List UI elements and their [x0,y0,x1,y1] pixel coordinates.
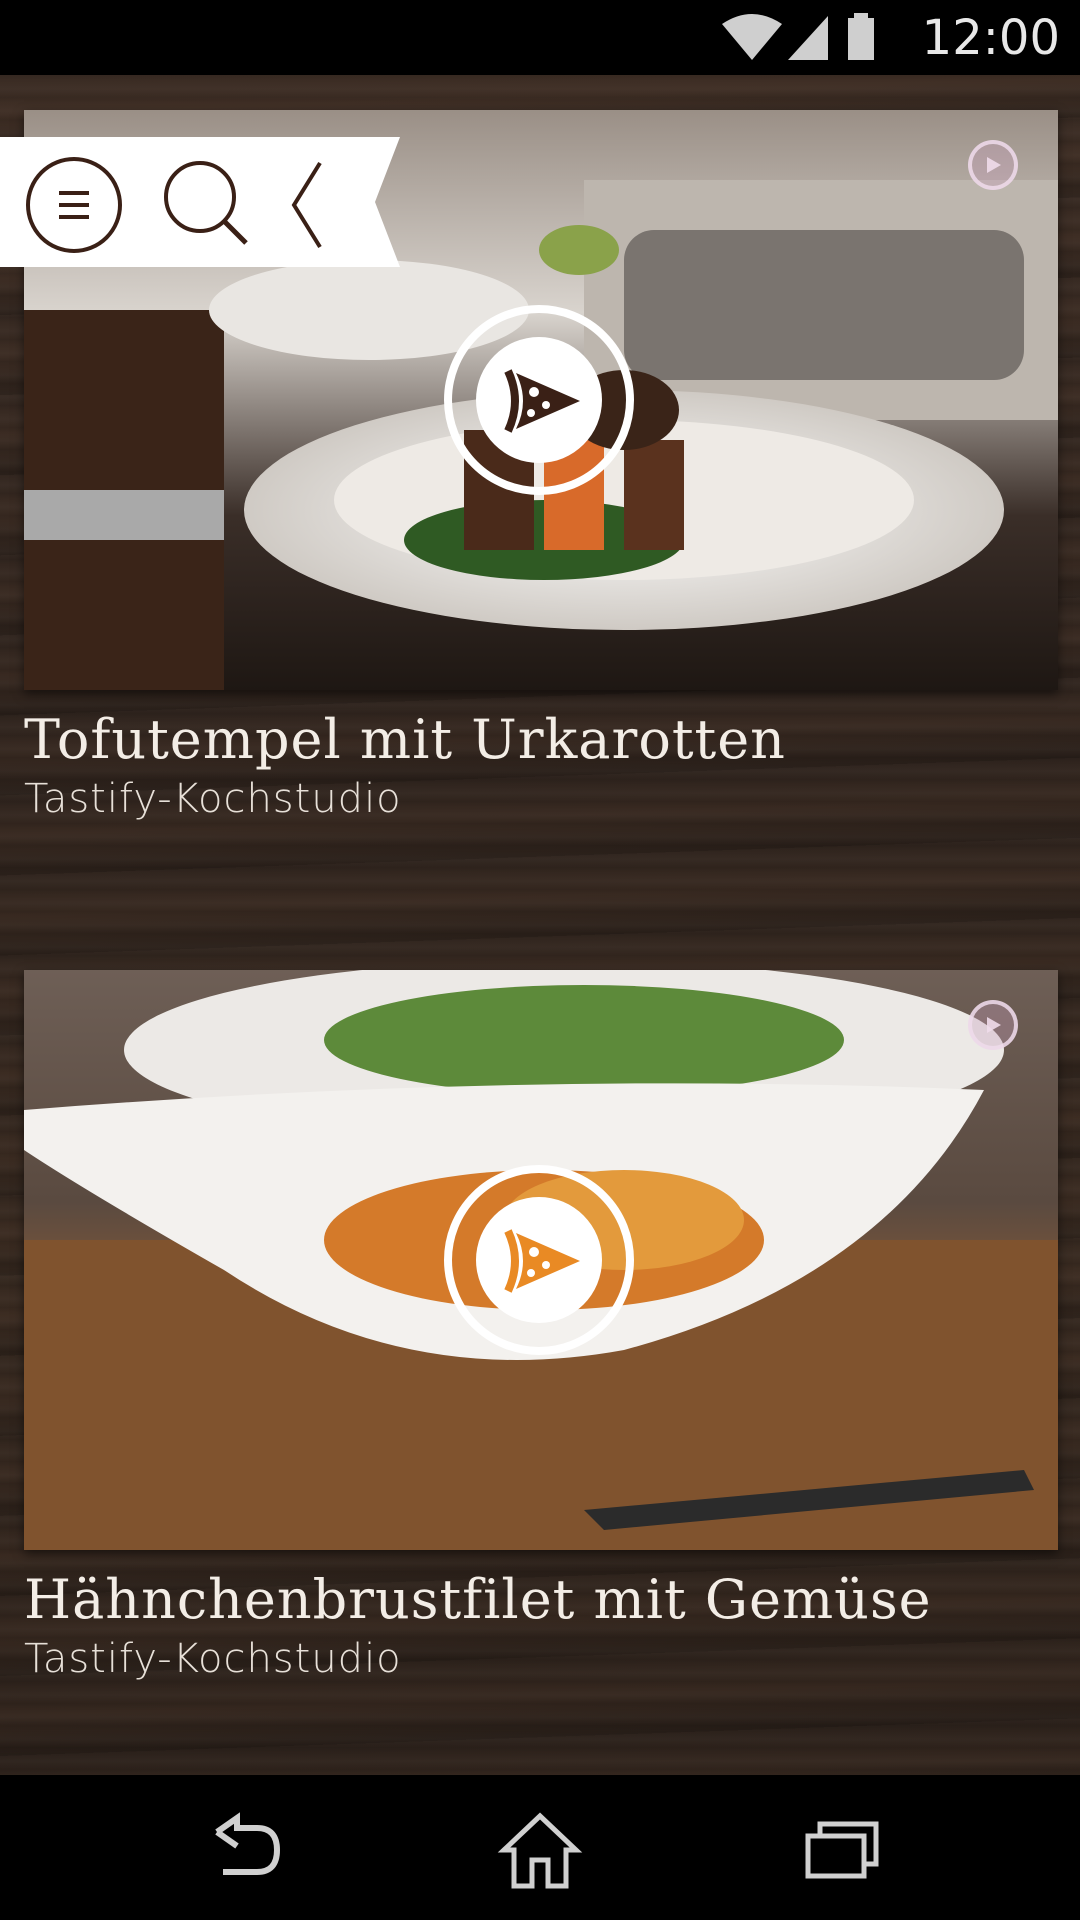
nav-back-icon[interactable] [195,1810,295,1890]
recipe-title[interactable]: Hähnchenbrustfilet mit Gemüse [24,1568,1074,1631]
status-icons [720,12,880,62]
recipe-image[interactable] [24,970,1058,1550]
wifi-icon [722,14,782,60]
nav-home-icon[interactable] [490,1810,590,1890]
recipe-feed[interactable]: Tofutempel mit Urkarotten Tastify-Kochst… [0,75,1080,1775]
pizza-play-icon [476,337,602,463]
battery-icon [848,13,874,60]
play-button[interactable] [444,1165,634,1355]
menu-icon[interactable] [24,155,124,255]
recipe-subtitle: Tastify-Kochstudio [24,776,402,822]
play-button[interactable] [444,305,634,495]
status-time: 12:00 [921,10,1060,66]
nav-recents-icon[interactable] [790,1810,890,1890]
status-bar: 12:00 [0,0,1080,75]
toolbar-ribbon [0,137,400,267]
recipe-subtitle: Tastify-Kochstudio [24,1636,402,1682]
signal-icon [788,16,828,60]
navigation-bar [0,1775,1080,1920]
search-icon[interactable] [158,155,258,255]
video-badge-icon [968,1000,1018,1050]
back-chevron-icon[interactable] [280,155,380,255]
video-badge-icon [968,140,1018,190]
recipe-title[interactable]: Tofutempel mit Urkarotten [24,708,1074,771]
pizza-play-icon [476,1197,602,1323]
